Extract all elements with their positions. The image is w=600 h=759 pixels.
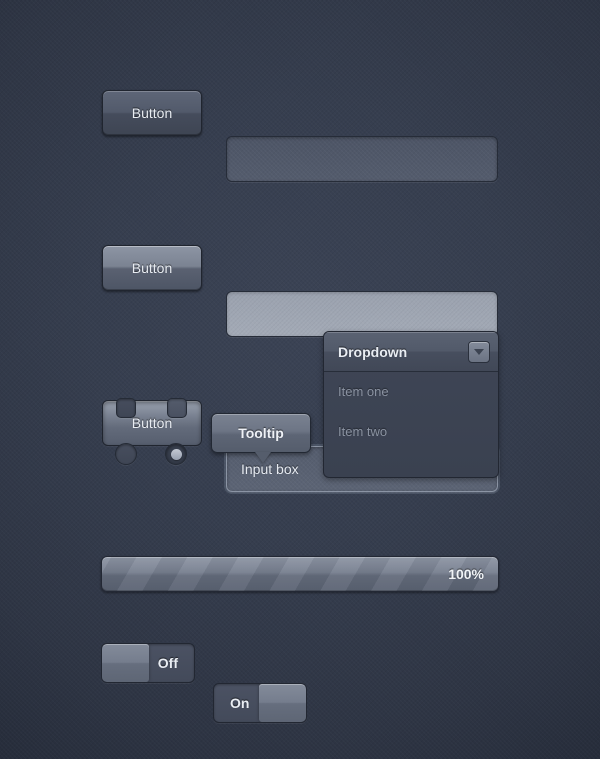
dropdown-item-one-label: Item one [338, 384, 389, 399]
dropdown-panel-filler [324, 451, 498, 477]
input-normal-texture [227, 137, 497, 181]
button-pressed-label: Button [131, 415, 173, 431]
input-hover-texture [227, 292, 497, 336]
tooltip-label: Tooltip [238, 425, 284, 441]
dropdown-item-two[interactable]: Item two [324, 412, 498, 451]
dropdown-selected-label: Dropdown [338, 343, 408, 360]
button-normal-label: Button [131, 105, 173, 121]
progress-bar-stripes [102, 557, 498, 591]
progress-bar-label: 100% [448, 566, 484, 582]
toggle-on[interactable]: On [213, 683, 307, 723]
button-hover-label: Button [131, 260, 173, 276]
input-focused-value: Input box [241, 461, 299, 477]
chevron-down-icon[interactable] [468, 340, 490, 363]
ui-kit-canvas: Button Button Button Input box 100% Off … [0, 0, 600, 759]
radio-unselected[interactable] [115, 443, 137, 465]
checkbox-normal[interactable] [116, 398, 136, 418]
button-hover[interactable]: Button [102, 245, 202, 291]
dropdown[interactable]: Dropdown Item one Item two [323, 331, 499, 478]
progress-bar[interactable]: 100% [101, 556, 499, 592]
tooltip-container: Tooltip [211, 413, 311, 463]
dropdown-header[interactable]: Dropdown [324, 332, 498, 372]
dropdown-item-one[interactable]: Item one [324, 372, 498, 411]
dropdown-item-two-label: Item two [338, 424, 388, 439]
toggle-off-label: Off [157, 655, 178, 671]
checkbox-hover[interactable] [167, 398, 187, 418]
toggle-off[interactable]: Off [101, 643, 195, 683]
radio-selected[interactable] [165, 443, 187, 465]
radio-selected-dot [170, 448, 182, 460]
triangle-down-glyph [474, 348, 484, 355]
toggle-on-knob[interactable] [259, 684, 306, 722]
toggle-off-knob[interactable] [102, 644, 149, 682]
input-normal[interactable] [226, 136, 498, 182]
toggle-on-label: On [230, 695, 250, 711]
tooltip: Tooltip [211, 413, 311, 453]
button-normal[interactable]: Button [102, 90, 202, 136]
